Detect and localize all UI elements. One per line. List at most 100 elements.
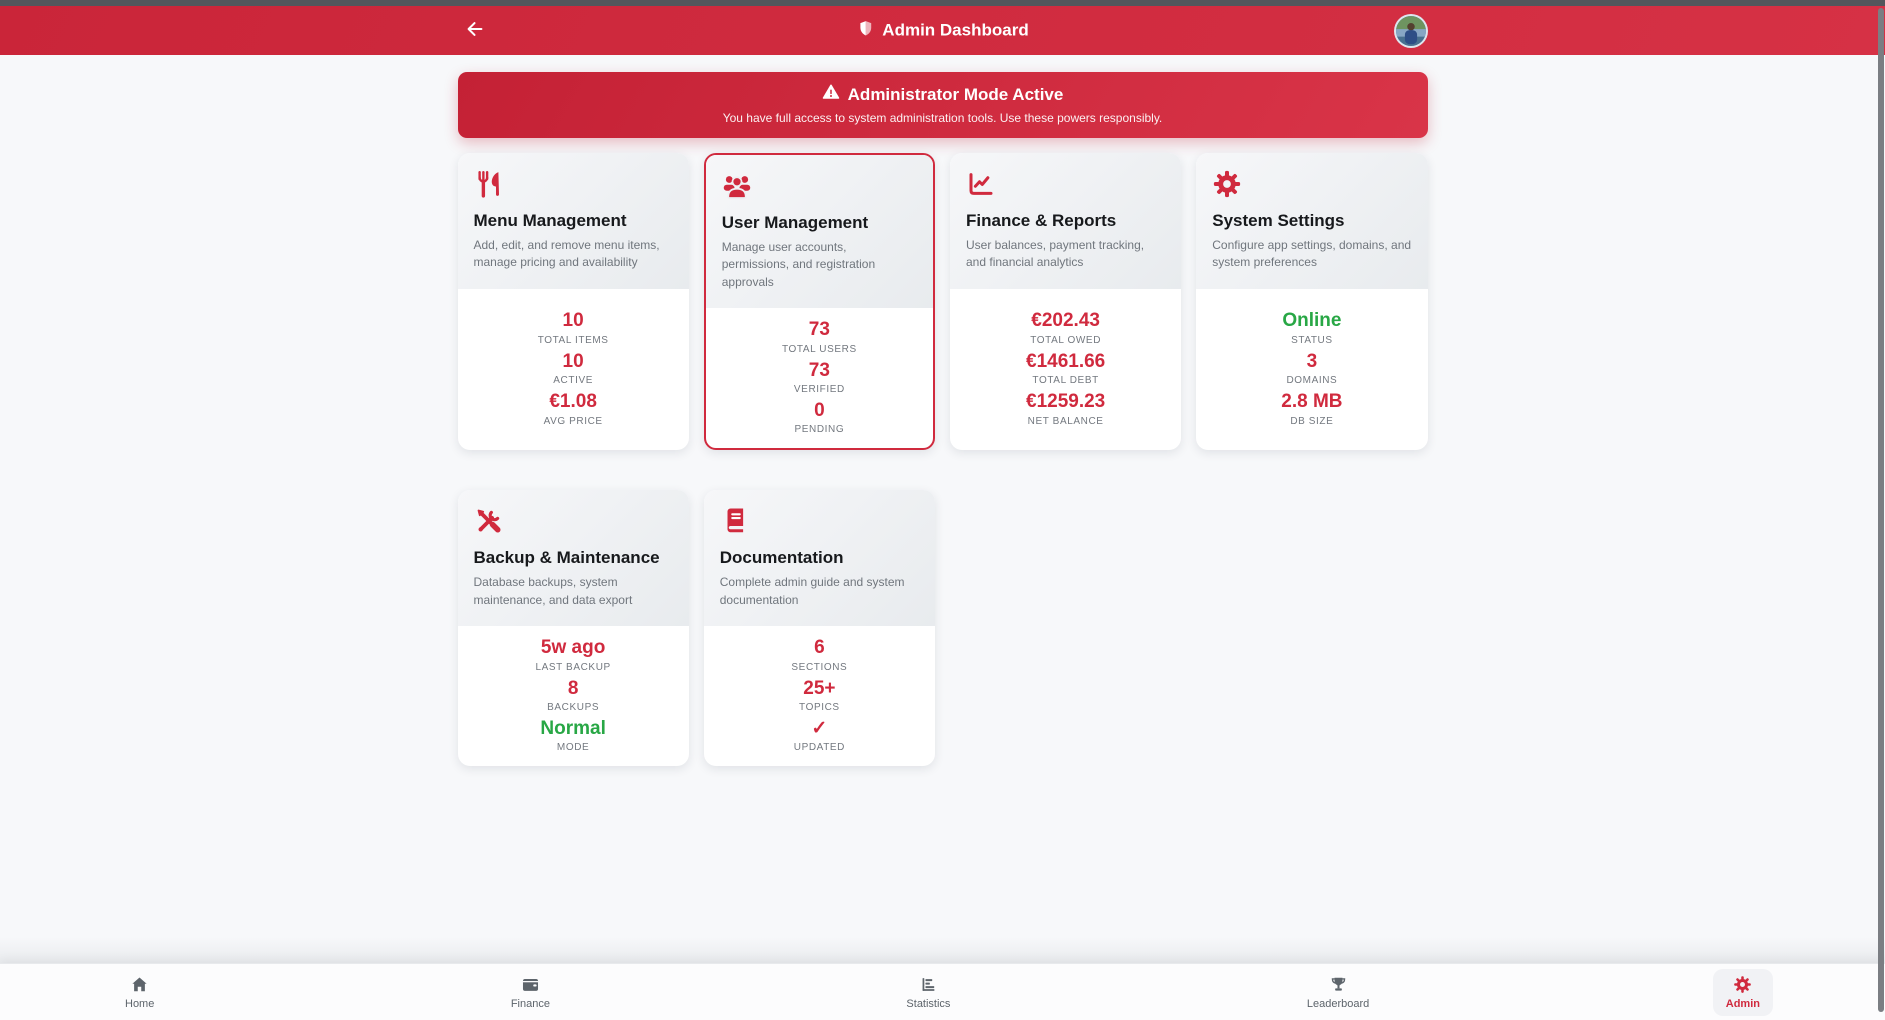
card-header: Finance & Reports User balances, payment… (950, 153, 1181, 289)
stat-label: TOPICS (712, 702, 927, 713)
card-header: Documentation Complete admin guide and s… (704, 490, 935, 626)
stat-value: 2.8 MB (1204, 391, 1419, 413)
stat: 5w ago LAST BACKUP (466, 637, 681, 672)
card-description: User balances, payment tracking, and fin… (966, 237, 1165, 272)
nav-statistics[interactable]: Statistics (893, 969, 963, 1016)
stat-value: 73 (714, 319, 925, 341)
stat-value: 25+ (712, 678, 927, 700)
nav-admin[interactable]: Admin (1713, 969, 1773, 1016)
stat-value: 3 (1204, 351, 1419, 373)
stat-label: TOTAL USERS (714, 344, 925, 355)
nav-label: Leaderboard (1307, 998, 1369, 1010)
card-description: Configure app settings, domains, and sys… (1212, 237, 1411, 272)
stat-label: UPDATED (712, 742, 927, 753)
back-arrow-icon (464, 18, 486, 43)
stat-value: 10 (466, 310, 681, 332)
stat: ✓ UPDATED (712, 718, 927, 753)
card-header: User Management Manage user accounts, pe… (706, 155, 933, 308)
banner-title-row: Administrator Mode Active (472, 83, 1414, 106)
nav-finance[interactable]: Finance (498, 969, 563, 1016)
shield-icon (856, 19, 874, 42)
nav-label: Statistics (906, 998, 950, 1010)
stat-label: PENDING (714, 424, 925, 435)
stat: 10 ACTIVE (466, 351, 681, 386)
bottom-fade (0, 937, 1885, 963)
stat: Online STATUS (1204, 310, 1419, 345)
banner-subtitle: You have full access to system administr… (472, 111, 1414, 125)
stat-label: BACKUPS (466, 702, 681, 713)
stat-label: LAST BACKUP (466, 662, 681, 673)
stat: €1461.66 TOTAL DEBT (958, 351, 1173, 386)
users-icon (722, 171, 917, 201)
nav-label: Admin (1726, 998, 1760, 1010)
trophy-icon (1329, 975, 1348, 994)
stat-label: TOTAL DEBT (958, 375, 1173, 386)
app-bar: Admin Dashboard (0, 6, 1885, 55)
stat-label: VERIFIED (714, 384, 925, 395)
admin-cards-grid: Menu Management Add, edit, and remove me… (458, 153, 1428, 766)
stat-value: 5w ago (466, 637, 681, 659)
card-title: Backup & Maintenance (474, 548, 673, 568)
home-icon (130, 975, 149, 994)
nav-label: Home (125, 998, 154, 1010)
card-title: User Management (722, 213, 917, 233)
utensils-icon (474, 169, 673, 199)
screwdriver-wrench-icon (474, 506, 673, 536)
page-title: Admin Dashboard (856, 19, 1028, 42)
card-stats: 6 SECTIONS 25+ TOPICS ✓ UPDATED (704, 626, 935, 766)
main-content: Administrator Mode Active You have full … (458, 55, 1428, 766)
stat-value: Online (1204, 310, 1419, 332)
stat: 8 BACKUPS (466, 678, 681, 713)
stat: 3 DOMAINS (1204, 351, 1419, 386)
stat: 73 VERIFIED (714, 360, 925, 395)
stat-value: 10 (466, 351, 681, 373)
app-bar-inner: Admin Dashboard (458, 6, 1428, 55)
back-button[interactable] (458, 14, 492, 48)
stat-label: TOTAL ITEMS (466, 335, 681, 346)
card-description: Manage user accounts, permissions, and r… (722, 239, 917, 291)
card-header: Menu Management Add, edit, and remove me… (458, 153, 689, 289)
stat-label: SECTIONS (712, 662, 927, 673)
nav-label: Finance (511, 998, 550, 1010)
banner-title: Administrator Mode Active (848, 85, 1064, 105)
stat-label: DB SIZE (1204, 416, 1419, 427)
card-title: Menu Management (474, 211, 673, 231)
stat-value: €1461.66 (958, 351, 1173, 373)
stat-label: STATUS (1204, 335, 1419, 346)
stat-label: TOTAL OWED (958, 335, 1173, 346)
card-system-settings[interactable]: System Settings Configure app settings, … (1196, 153, 1427, 450)
card-description: Database backups, system maintenance, an… (474, 574, 673, 609)
card-title: System Settings (1212, 211, 1411, 231)
card-user-management[interactable]: User Management Manage user accounts, pe… (704, 153, 935, 450)
avatar[interactable] (1394, 14, 1428, 48)
page-title-text: Admin Dashboard (882, 21, 1028, 41)
card-stats: 10 TOTAL ITEMS 10 ACTIVE €1.08 AVG PRICE (458, 289, 689, 451)
gear-icon (1733, 975, 1752, 994)
admin-mode-banner: Administrator Mode Active You have full … (458, 72, 1428, 138)
stat: 0 PENDING (714, 400, 925, 435)
stat-label: NET BALANCE (958, 416, 1173, 427)
stat-value: Normal (466, 718, 681, 740)
card-backup-maintenance[interactable]: Backup & Maintenance Database backups, s… (458, 490, 689, 766)
check-icon: ✓ (712, 718, 927, 740)
card-finance-reports[interactable]: Finance & Reports User balances, payment… (950, 153, 1181, 450)
stat: 2.8 MB DB SIZE (1204, 391, 1419, 426)
stat: 10 TOTAL ITEMS (466, 310, 681, 345)
stat-value: €1259.23 (958, 391, 1173, 413)
card-stats: €202.43 TOTAL OWED €1461.66 TOTAL DEBT €… (950, 289, 1181, 451)
stat: Normal MODE (466, 718, 681, 753)
chart-line-icon (966, 169, 1165, 199)
card-menu-management[interactable]: Menu Management Add, edit, and remove me… (458, 153, 689, 450)
stat: 73 TOTAL USERS (714, 319, 925, 354)
nav-home[interactable]: Home (112, 969, 167, 1016)
stat-label: AVG PRICE (466, 416, 681, 427)
nav-leaderboard[interactable]: Leaderboard (1294, 969, 1382, 1016)
card-title: Finance & Reports (966, 211, 1165, 231)
card-header: System Settings Configure app settings, … (1196, 153, 1427, 289)
stat-label: MODE (466, 742, 681, 753)
scrollbar[interactable] (1878, 8, 1884, 1012)
card-documentation[interactable]: Documentation Complete admin guide and s… (704, 490, 935, 766)
wallet-icon (521, 975, 540, 994)
stat: €202.43 TOTAL OWED (958, 310, 1173, 345)
stat: 25+ TOPICS (712, 678, 927, 713)
